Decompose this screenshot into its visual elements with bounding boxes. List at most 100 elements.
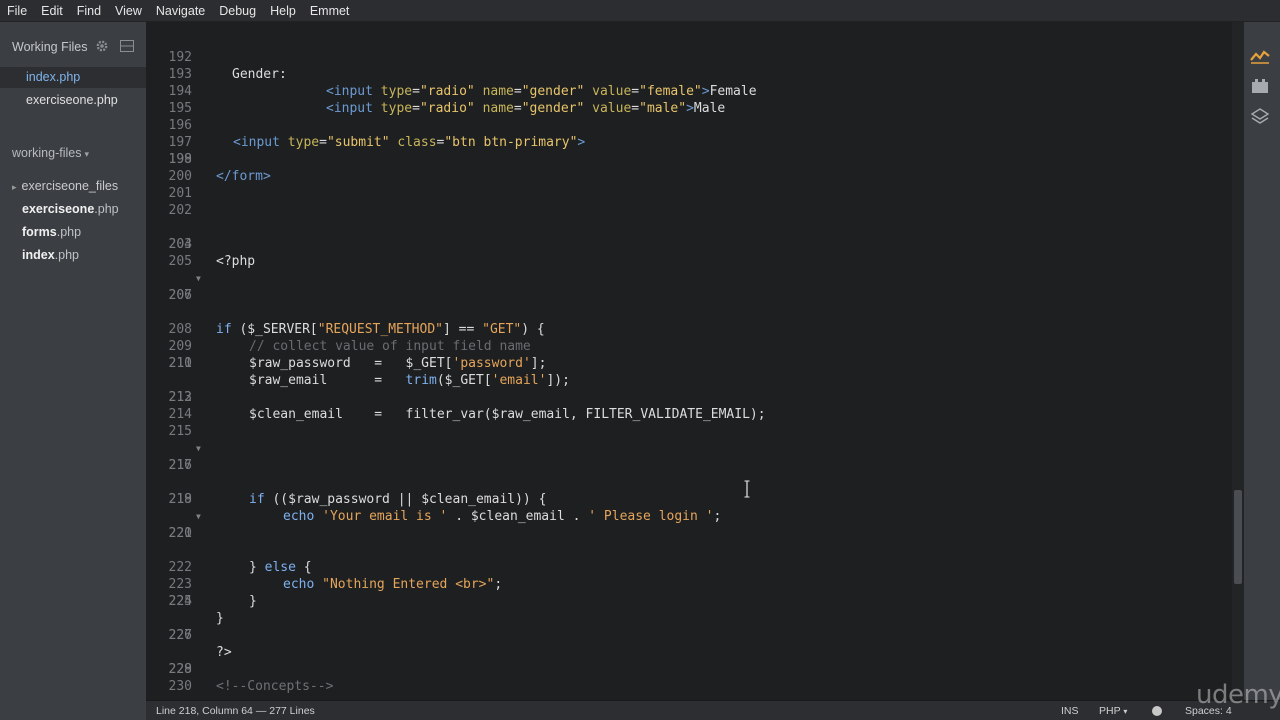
code-line: 216 ▼ if (($raw_password || $clean_email… bbox=[146, 440, 547, 507]
code-text: } else { bbox=[249, 560, 312, 575]
project-title-label: working-files bbox=[12, 146, 82, 160]
code-text: <input type="radio" name="gender" value=… bbox=[326, 84, 757, 99]
code-text: $clean_email = filter_var($raw_email, FI… bbox=[249, 407, 766, 422]
extension-manager-icon[interactable] bbox=[1250, 77, 1270, 95]
text-cursor-icon bbox=[744, 480, 750, 498]
line-number: 204 bbox=[168, 237, 192, 252]
menu-file[interactable]: File bbox=[7, 0, 27, 22]
code-comment: <!--Concepts--> bbox=[216, 679, 334, 694]
code-text: ?> bbox=[216, 645, 232, 660]
tree-folder-exerciseone-files[interactable]: ▸ exerciseone_files bbox=[12, 176, 118, 197]
fold-arrow-icon[interactable]: ▼ bbox=[196, 440, 201, 457]
chevron-down-icon: ▾ bbox=[84, 149, 89, 159]
gear-icon[interactable] bbox=[95, 39, 109, 53]
tree-file-exerciseone[interactable]: exerciseone.php bbox=[22, 199, 119, 220]
code-line: 210 $raw_email = trim($_GET['email']); bbox=[146, 338, 570, 388]
code-line: 209 $raw_password = $_GET['password']; bbox=[146, 321, 547, 371]
code-text: $raw_email = trim($_GET['email']); bbox=[249, 373, 570, 388]
code-text: <?php bbox=[216, 254, 256, 269]
code-text: </form> bbox=[216, 169, 271, 184]
line-number: 217 bbox=[168, 458, 192, 473]
menu-find[interactable]: Find bbox=[77, 0, 101, 22]
line-number: 207 bbox=[168, 288, 192, 303]
line-number: 201 bbox=[168, 186, 192, 201]
status-bar: Line 218, Column 64 — 277 Lines INS PHP … bbox=[146, 700, 1280, 720]
line-number: 214 bbox=[168, 407, 192, 422]
chevron-down-icon: ▾ bbox=[1123, 707, 1128, 716]
code-text: echo "Nothing Entered <br>"; bbox=[283, 577, 503, 592]
code-editor[interactable]: 192 Gender: 193 <input type="radio" name… bbox=[146, 22, 1244, 700]
chevron-right-icon: ▸ bbox=[12, 182, 17, 192]
fold-arrow-icon[interactable]: ▼ bbox=[196, 270, 201, 287]
working-file-ext: .php bbox=[55, 70, 81, 84]
tree-folder-label: exerciseone_files bbox=[21, 179, 119, 193]
code-line: 208 // collect value of input field name bbox=[146, 304, 531, 354]
line-number: 202 bbox=[168, 203, 192, 218]
line-number: 229 bbox=[168, 662, 192, 677]
menu-view[interactable]: View bbox=[115, 0, 142, 22]
vertical-scrollbar[interactable] bbox=[1232, 22, 1244, 700]
scrollbar-thumb[interactable] bbox=[1234, 490, 1242, 584]
working-files-title: Working Files bbox=[12, 40, 88, 54]
menu-bar: File Edit Find View Navigate Debug Help … bbox=[0, 0, 1280, 22]
tree-file-base: exerciseone bbox=[22, 202, 95, 216]
code-line: 228 <!--Concepts--> bbox=[146, 644, 334, 694]
sidebar: Working Files index.php exerciseone.php … bbox=[0, 22, 146, 720]
code-line: 212 $clean_email = filter_var($raw_email… bbox=[146, 372, 766, 422]
tree-file-base: forms bbox=[22, 225, 57, 239]
code-comment: // collect value of input field name bbox=[249, 339, 531, 354]
working-file-base: exerciseone bbox=[26, 93, 94, 107]
code-line: 224 } bbox=[146, 576, 224, 626]
live-preview-icon[interactable] bbox=[1250, 47, 1270, 65]
code-line: 203 <?php bbox=[146, 219, 256, 269]
line-number: 213 bbox=[168, 390, 192, 405]
menu-help[interactable]: Help bbox=[270, 0, 296, 22]
line-number: 230 bbox=[168, 679, 192, 694]
fold-arrow-icon[interactable]: ▼ bbox=[196, 508, 201, 525]
code-line: 218 echo 'Your email is ' . $clean_email… bbox=[146, 474, 722, 524]
working-file-exerciseone[interactable]: exerciseone.php bbox=[0, 90, 146, 111]
tree-file-base: index bbox=[22, 248, 55, 262]
tree-file-ext: .php bbox=[56, 225, 82, 239]
line-number: 219 bbox=[168, 492, 192, 507]
code-line: 223 } bbox=[146, 559, 257, 609]
code-line: 195 bbox=[146, 83, 192, 116]
code-text: $raw_password = $_GET['password']; bbox=[249, 356, 547, 371]
line-number: 215 bbox=[168, 424, 192, 439]
split-view-icon[interactable] bbox=[120, 40, 134, 52]
tree-file-forms[interactable]: forms.php bbox=[22, 222, 81, 243]
code-text: <input type="radio" name="gender" value=… bbox=[326, 101, 726, 116]
line-number: 199 bbox=[168, 152, 192, 167]
code-text: } bbox=[249, 594, 257, 609]
menu-navigate[interactable]: Navigate bbox=[156, 0, 205, 22]
tree-file-ext: .php bbox=[54, 248, 79, 262]
code-line: 206 ▼ if ($_SERVER["REQUEST_METHOD"] == … bbox=[146, 270, 545, 337]
udemy-watermark: udemy bbox=[1196, 680, 1280, 710]
code-text: <input type="submit" class="btn btn-prim… bbox=[233, 135, 586, 150]
code-line: 196 <input type="submit" class="btn btn-… bbox=[146, 100, 586, 150]
menu-debug[interactable]: Debug bbox=[219, 0, 256, 22]
menu-edit[interactable]: Edit bbox=[41, 0, 63, 22]
tree-file-ext: .php bbox=[94, 202, 119, 216]
code-text: Gender: bbox=[232, 67, 287, 82]
code-line: 193 <input type="radio" name="gender" va… bbox=[146, 49, 757, 99]
line-number: 227 bbox=[168, 628, 192, 643]
working-file-index[interactable]: index.php bbox=[0, 67, 146, 88]
line-number: 205 bbox=[168, 254, 192, 269]
tree-file-index[interactable]: index.php bbox=[22, 245, 79, 266]
code-line: 220 ▼ } else { bbox=[146, 508, 312, 575]
line-number: 221 bbox=[168, 526, 192, 541]
project-title[interactable]: working-files ▾ bbox=[12, 146, 89, 160]
code-text: if (($raw_password || $clean_email)) { bbox=[249, 492, 547, 507]
insert-mode-indicator[interactable]: INS bbox=[1061, 705, 1079, 717]
code-line: 197 bbox=[146, 117, 192, 150]
linter-status-icon[interactable] bbox=[1152, 706, 1162, 716]
line-number: 225 bbox=[168, 594, 192, 609]
code-line: 222 echo "Nothing Entered <br>"; bbox=[146, 542, 503, 592]
language-selector[interactable]: PHP ▾ bbox=[1099, 705, 1127, 717]
code-line: 198 </form> bbox=[146, 134, 271, 184]
code-line: 226 ?> bbox=[146, 610, 232, 660]
layers-icon[interactable] bbox=[1250, 108, 1270, 126]
menu-emmet[interactable]: Emmet bbox=[310, 0, 350, 22]
code-text: } bbox=[216, 611, 224, 626]
